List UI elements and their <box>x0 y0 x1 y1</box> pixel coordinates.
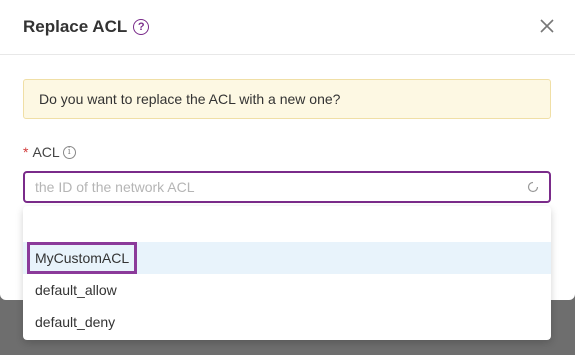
option-label: default_deny <box>35 314 116 330</box>
option-label: default_allow <box>35 282 117 298</box>
close-icon[interactable] <box>539 18 555 34</box>
dropdown-option-default-deny[interactable]: default_deny <box>23 306 551 338</box>
loading-icon <box>527 181 539 193</box>
warning-alert: Do you want to replace the ACL with a ne… <box>23 79 551 119</box>
acl-field-label: * ACL i <box>23 144 76 160</box>
required-marker: * <box>23 144 29 160</box>
dropdown-option-mycustomacl[interactable]: MyCustomACL <box>23 242 551 274</box>
warning-text: Do you want to replace the ACL with a ne… <box>39 91 341 107</box>
acl-label-text: ACL <box>32 144 60 160</box>
acl-select[interactable]: the ID of the network ACL <box>23 171 551 203</box>
dropdown-option-default-allow[interactable]: default_allow <box>23 274 551 306</box>
option-label: MyCustomACL <box>26 242 138 274</box>
dialog-header: Replace ACL ? <box>0 0 575 55</box>
dialog-title: Replace ACL <box>23 17 128 36</box>
info-circle-icon[interactable]: i <box>62 145 76 159</box>
question-circle-icon[interactable]: ? <box>133 19 150 35</box>
acl-dropdown-menu: MyCustomACL default_allow default_deny <box>23 206 551 340</box>
acl-select-placeholder: the ID of the network ACL <box>35 179 195 195</box>
